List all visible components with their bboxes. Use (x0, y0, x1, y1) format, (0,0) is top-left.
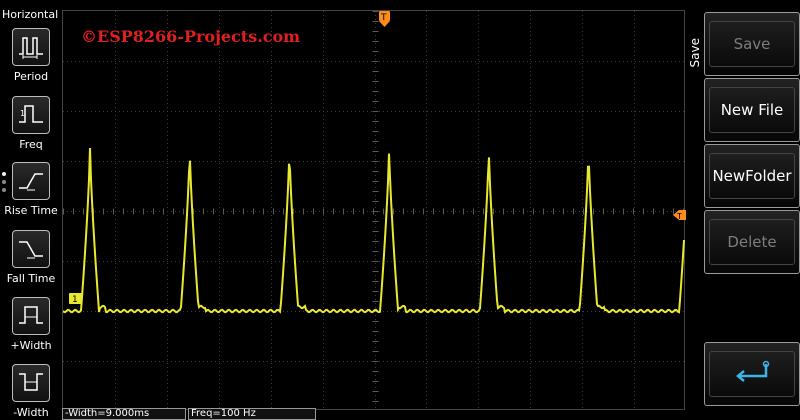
waveform-display[interactable]: 1 T T ©ESP8266-Projects.com (62, 10, 686, 411)
period-icon[interactable] (12, 28, 50, 66)
new-file-button[interactable]: New File (704, 78, 800, 142)
rise-time-icon[interactable] (12, 162, 50, 200)
watermark: ©ESP8266-Projects.com (81, 27, 301, 46)
panel-title: Save (688, 38, 702, 68)
delete-button[interactable]: Delete (704, 210, 800, 274)
delete-button-label: Delete (727, 233, 777, 251)
negative-width-readout: -Width=9.000ms (62, 408, 186, 420)
sidebar-item-freq[interactable]: 1 Freq (0, 96, 62, 151)
positive-width-icon[interactable] (12, 297, 50, 335)
sidebar-item-label: Rise Time (4, 204, 58, 217)
trigger-position-marker: T (379, 11, 390, 27)
sidebar-item-label: -Width (13, 406, 49, 419)
sidebar-item-label: +Width (10, 339, 52, 352)
sidebar-item-label: Period (13, 70, 49, 83)
return-button[interactable] (704, 342, 800, 406)
save-button[interactable]: Save (704, 12, 800, 76)
sidebar-item-fall-time[interactable]: Fall Time (0, 230, 62, 285)
measurement-strip: -Width=9.000ms Freq=100 Hz (62, 408, 685, 420)
new-file-button-label: New File (720, 101, 784, 119)
new-folder-button[interactable]: NewFolder (704, 144, 800, 208)
sidebar-title: Horizontal (2, 8, 59, 21)
return-icon (736, 360, 770, 382)
sidebar-item-label: Freq (19, 138, 43, 151)
softkey-panel: Save Save New File NewFolder Delete (686, 0, 800, 420)
trigger-level-label: T (676, 212, 682, 221)
save-button-label: Save (733, 35, 771, 53)
new-folder-button-label: NewFolder (712, 167, 792, 185)
fall-time-icon[interactable] (12, 230, 50, 268)
negative-width-icon[interactable] (12, 364, 50, 402)
frequency-icon[interactable]: 1 (12, 96, 50, 134)
sidebar-item-period[interactable]: Period (0, 28, 62, 83)
channel-1-trace (63, 147, 685, 314)
sidebar-item-label: Fall Time (6, 272, 56, 285)
waveform-canvas: 1 T T (63, 11, 686, 411)
sidebar-item-rise-time[interactable]: Rise Time (0, 162, 62, 217)
channel-1-label: 1 (72, 295, 78, 305)
sidebar-item-negative-width[interactable]: -Width (0, 364, 62, 419)
sidebar-item-positive-width[interactable]: +Width (0, 297, 62, 352)
trigger-level-marker: T (673, 210, 686, 221)
channel-1-marker: 1 (69, 293, 82, 305)
trigger-position-label: T (380, 13, 387, 23)
svg-text:1: 1 (20, 109, 25, 118)
measurement-sidebar: Horizontal Period 1 Freq Rise Time Fall … (0, 0, 62, 420)
frequency-readout: Freq=100 Hz (188, 408, 316, 420)
